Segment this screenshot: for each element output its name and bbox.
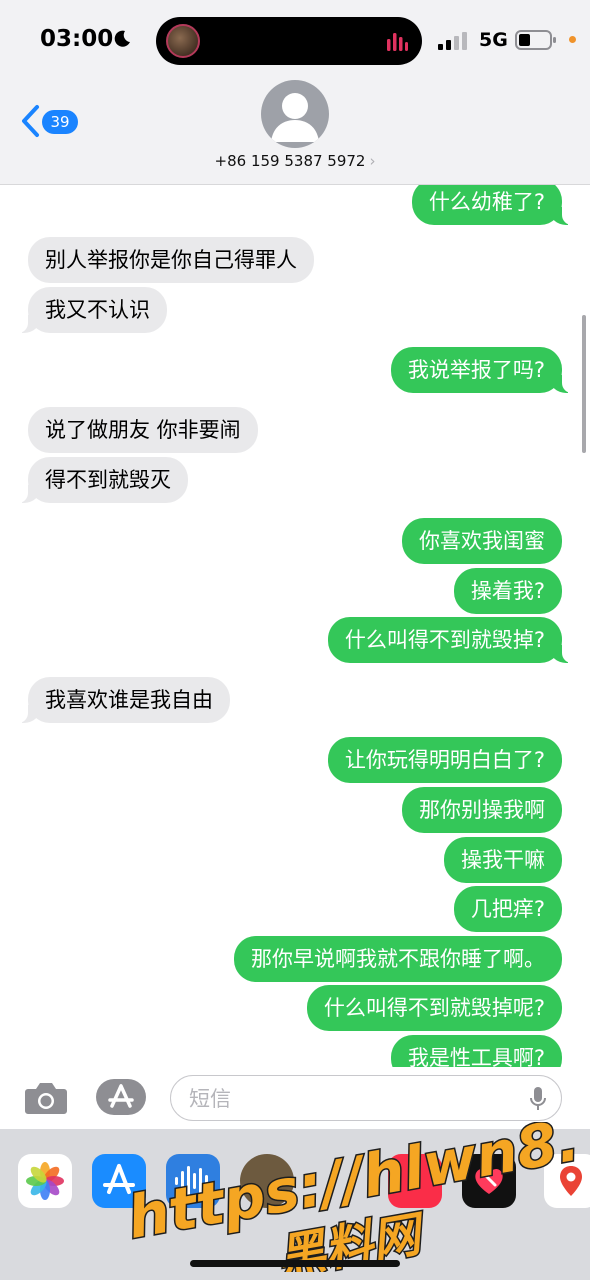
message-bubble-outgoing[interactable]: 操我干嘛 xyxy=(444,837,562,883)
message-bubble-outgoing[interactable]: 什么叫得不到就毁掉呢? xyxy=(306,985,562,1031)
compose-bar xyxy=(0,1067,590,1129)
microphone-icon[interactable] xyxy=(529,1086,547,1112)
cellular-signal-icon xyxy=(438,32,467,50)
message-bubble-outgoing[interactable]: 让你玩得明明白白了? xyxy=(327,737,562,783)
message-input[interactable] xyxy=(187,1084,521,1114)
scrollbar[interactable] xyxy=(582,315,586,453)
apps-button[interactable] xyxy=(96,1079,146,1115)
conversation-header: 39 +86 159 5387 5972 › xyxy=(0,80,590,185)
message-bubble-outgoing[interactable]: 那你早说啊我就不跟你睡了啊。 xyxy=(234,936,562,982)
focus-moon-icon xyxy=(114,30,130,47)
contact-phone-number[interactable]: +86 159 5387 5972 › xyxy=(0,152,590,170)
message-bubble-outgoing[interactable]: 什么幼稚了? xyxy=(411,185,573,225)
watermark-logo: https://hlwn8.com 黑料网 xyxy=(121,1122,578,1272)
message-bubble-incoming[interactable]: 别人举报你是你自己得罪人 xyxy=(28,237,314,283)
status-time: 03:00 xyxy=(40,26,114,52)
message-bubble-outgoing[interactable]: 我说举报了吗? xyxy=(390,347,573,393)
audio-waveform-icon xyxy=(387,33,408,51)
chevron-right-icon: › xyxy=(369,152,376,170)
message-bubble-incoming[interactable]: 我喜欢谁是我自由 xyxy=(18,677,230,723)
app-store-icon xyxy=(108,1084,134,1108)
dynamic-island[interactable] xyxy=(156,17,422,65)
message-thread[interactable]: 什么幼稚了? 别人举报你是你自己得罪人 我又不认识 我说举报了吗? 说了做朋友 … xyxy=(0,185,590,1067)
camera-icon[interactable] xyxy=(24,1079,68,1115)
contact-avatar[interactable] xyxy=(261,80,329,148)
person-silhouette-icon xyxy=(271,93,319,142)
message-bubble-outgoing[interactable]: 你喜欢我闺蜜 xyxy=(402,518,562,564)
message-input-field[interactable] xyxy=(170,1075,562,1121)
message-bubble-incoming[interactable]: 说了做朋友 你非要闹 xyxy=(28,407,258,453)
battery-icon xyxy=(515,30,556,50)
status-bar: 03:00 5G xyxy=(0,0,590,80)
back-chevron-icon[interactable] xyxy=(20,104,40,138)
message-bubble-incoming[interactable]: 我又不认识 xyxy=(18,287,167,333)
privacy-indicator-dot xyxy=(569,36,576,43)
message-bubble-outgoing[interactable]: 几把痒? xyxy=(453,886,562,932)
message-bubble-outgoing[interactable]: 什么叫得不到就毁掉? xyxy=(327,617,573,663)
message-bubble-outgoing[interactable]: 那你别操我啊 xyxy=(402,787,562,833)
now-playing-artwork-icon xyxy=(166,24,200,58)
home-indicator[interactable] xyxy=(190,1260,400,1267)
message-bubble-incoming[interactable]: 得不到就毁灭 xyxy=(18,457,188,503)
network-type: 5G xyxy=(479,29,508,51)
unread-count-badge[interactable]: 39 xyxy=(42,110,78,134)
message-bubble-outgoing[interactable]: 我是性工具啊? xyxy=(390,1035,562,1067)
message-bubble-outgoing[interactable]: 操着我? xyxy=(453,568,562,614)
photos-icon[interactable] xyxy=(18,1154,72,1208)
